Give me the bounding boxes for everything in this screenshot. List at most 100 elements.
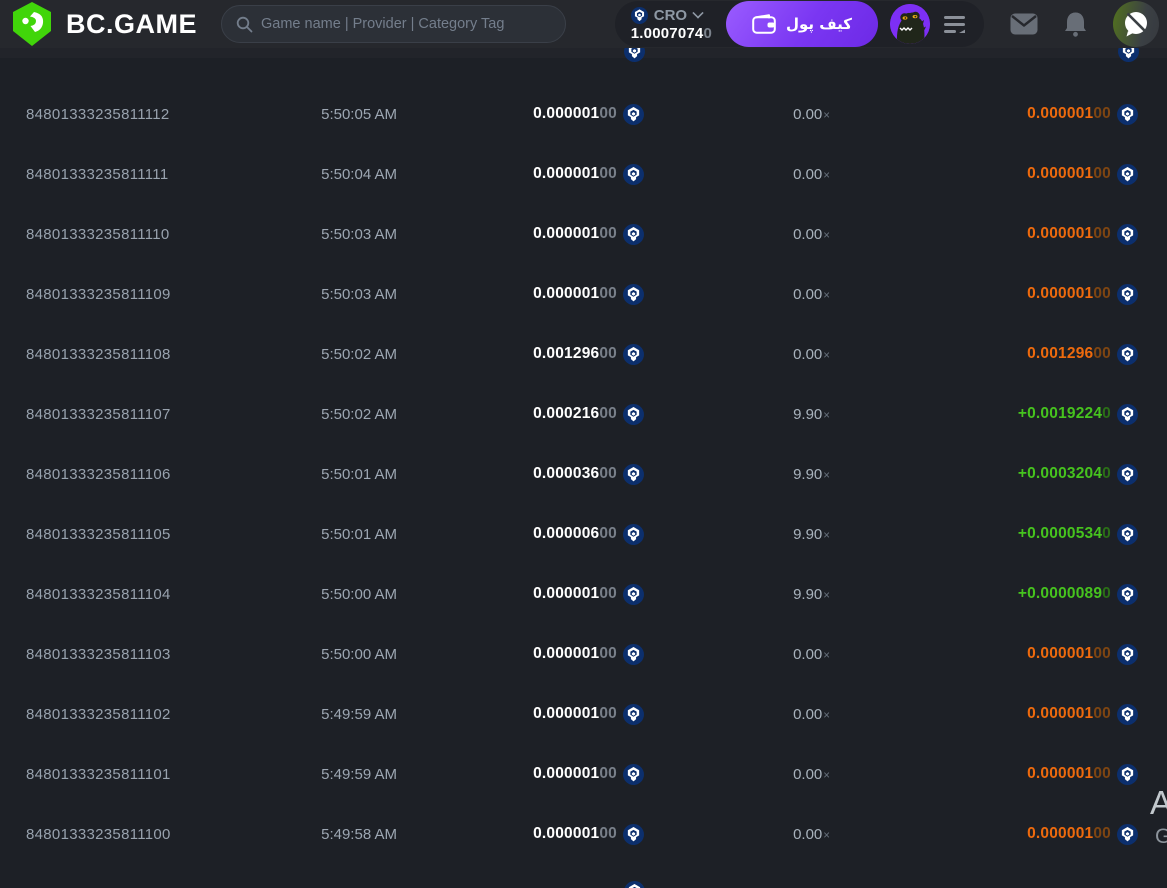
bet-profit: +0.00192240 — [830, 404, 1167, 425]
bc-logo-icon — [10, 1, 54, 47]
bet-id: 84801333235811110 — [26, 225, 170, 243]
cro-coin-icon — [623, 704, 644, 725]
bets-table: 84801333235811112 5:50:05 AM 0.00000100 … — [0, 48, 1167, 888]
bet-profit: +0.00032040 — [830, 464, 1167, 485]
cro-coin-icon — [623, 824, 644, 845]
brand-title: BC.GAME — [66, 8, 197, 39]
bet-time: 5:50:00 AM — [321, 645, 397, 663]
header-right: CRO 1.00070740 كيف پول — [614, 1, 1159, 47]
cro-coin-icon — [1117, 704, 1138, 725]
bet-profit: +0.00000890 — [830, 584, 1167, 605]
bet-time: 5:50:02 AM — [321, 405, 397, 423]
currency-selector[interactable]: CRO 1.00070740 — [630, 6, 713, 42]
bet-row[interactable]: 84801333235811102 5:49:59 AM 0.00000100 … — [0, 684, 1167, 744]
bet-profit: 0.00129600 — [830, 344, 1167, 365]
bet-row[interactable]: 84801333235811107 5:50:02 AM 0.00021600 … — [0, 384, 1167, 444]
logo[interactable]: BC.GAME — [10, 1, 197, 47]
cro-coin-icon — [623, 284, 644, 305]
bet-multiplier: 0.00× — [793, 645, 830, 663]
bet-amount: 0.00003600 — [397, 464, 644, 485]
bet-multiplier: 9.90× — [793, 465, 830, 483]
bet-id: 84801333235811112 — [26, 105, 170, 123]
bet-row[interactable]: 84801333235811110 5:50:03 AM 0.00000100 … — [0, 204, 1167, 264]
bet-row[interactable]: 84801333235811106 5:50:01 AM 0.00003600 … — [0, 444, 1167, 504]
cro-coin-icon — [1117, 644, 1138, 665]
bet-row[interactable]: 84801333235811105 5:50:01 AM 0.00000600 … — [0, 504, 1167, 564]
cro-coin-icon — [623, 464, 644, 485]
search-bar[interactable] — [221, 5, 566, 43]
deposit-button[interactable]: كيف پول — [726, 1, 878, 47]
bet-id: 84801333235811111 — [26, 165, 169, 183]
bet-amount: 0.00000100 — [397, 824, 644, 845]
cro-coin-icon — [631, 7, 648, 24]
chevron-down-icon — [692, 7, 704, 19]
bet-row[interactable]: 84801333235811109 5:50:03 AM 0.00000100 … — [0, 264, 1167, 324]
bet-time: 5:50:03 AM — [321, 285, 397, 303]
bet-row[interactable]: 84801333235811100 5:49:58 AM 0.00000100 … — [0, 804, 1167, 864]
cro-coin-icon — [623, 164, 644, 185]
bet-amount: 0.00000100 — [397, 704, 644, 725]
chat-toggle-button[interactable] — [1113, 1, 1159, 47]
bet-multiplier: 0.00× — [793, 345, 830, 363]
bet-id: 84801333235811107 — [26, 405, 171, 423]
cro-coin-icon — [623, 644, 644, 665]
mail-button[interactable] — [1010, 13, 1038, 35]
bet-multiplier: 0.00× — [793, 225, 830, 243]
chat-disabled-icon — [1122, 10, 1150, 38]
cro-coin-icon — [623, 764, 644, 785]
bet-profit: 0.00000100 — [830, 704, 1167, 725]
bet-id: 84801333235811105 — [26, 525, 171, 543]
currency-code: CRO — [653, 6, 688, 24]
currency-balance: 1.00070740 — [630, 24, 713, 42]
bet-time: 5:50:02 AM — [321, 345, 397, 363]
avatar[interactable] — [890, 4, 930, 44]
bet-multiplier: 9.90× — [793, 585, 830, 603]
bet-time: 5:50:01 AM — [321, 525, 397, 543]
bet-id: 84801333235811100 — [26, 825, 171, 843]
bc-game-app: BC.GAME CRO 1.00070740 — [0, 0, 1167, 888]
cro-coin-icon — [1117, 344, 1138, 365]
bet-time: 5:50:05 AM — [321, 105, 397, 123]
bet-id: 84801333235811108 — [26, 345, 171, 363]
user-menu-icon[interactable] — [944, 15, 966, 33]
bet-row[interactable]: 84801333235811104 5:50:00 AM 0.00000100 … — [0, 564, 1167, 624]
bet-id: 84801333235811103 — [26, 645, 171, 663]
bet-row[interactable]: 84801333235811101 5:49:59 AM 0.00000100 … — [0, 744, 1167, 804]
bet-id: 84801333235811104 — [26, 585, 171, 603]
bet-id: 84801333235811101 — [26, 765, 171, 783]
cro-coin-icon — [1117, 284, 1138, 305]
bet-time: 5:50:03 AM — [321, 225, 397, 243]
bet-time: 5:49:58 AM — [321, 825, 397, 843]
bet-row[interactable]: 84801333235811112 5:50:05 AM 0.00000100 … — [0, 84, 1167, 144]
bet-id: 84801333235811106 — [26, 465, 171, 483]
cro-coin-icon — [1117, 224, 1138, 245]
cro-coin-icon — [1117, 404, 1138, 425]
bet-time: 5:50:01 AM — [321, 465, 397, 483]
cro-coin-icon — [623, 104, 644, 125]
wallet-icon — [752, 14, 776, 34]
bet-rows: 84801333235811112 5:50:05 AM 0.00000100 … — [0, 48, 1167, 864]
bet-profit: 0.00000100 — [830, 104, 1167, 125]
top-bar: BC.GAME CRO 1.00070740 — [0, 0, 1167, 48]
cro-coin-icon — [623, 224, 644, 245]
bet-amount: 0.00000100 — [397, 224, 644, 245]
bet-multiplier: 0.00× — [793, 765, 830, 783]
bet-row[interactable]: 84801333235811103 5:50:00 AM 0.00000100 … — [0, 624, 1167, 684]
bet-multiplier: 0.00× — [793, 165, 830, 183]
bet-amount: 0.00021600 — [397, 404, 644, 425]
cro-coin-icon — [1117, 464, 1138, 485]
search-input[interactable] — [261, 16, 551, 32]
bet-row[interactable]: 84801333235811108 5:50:02 AM 0.00129600 … — [0, 324, 1167, 384]
cro-coin-icon — [623, 404, 644, 425]
bet-amount: 0.00000100 — [397, 164, 644, 185]
bet-profit: +0.00005340 — [830, 524, 1167, 545]
table-top-band — [0, 48, 1167, 58]
bet-multiplier: 0.00× — [793, 285, 830, 303]
bet-multiplier: 9.90× — [793, 525, 830, 543]
search-icon — [236, 16, 253, 33]
cro-coin-icon — [1117, 824, 1138, 845]
bet-row[interactable]: 84801333235811111 5:50:04 AM 0.00000100 … — [0, 144, 1167, 204]
cro-coin-icon — [1117, 524, 1138, 545]
bet-amount: 0.00000100 — [397, 644, 644, 665]
notifications-button[interactable] — [1064, 12, 1087, 37]
